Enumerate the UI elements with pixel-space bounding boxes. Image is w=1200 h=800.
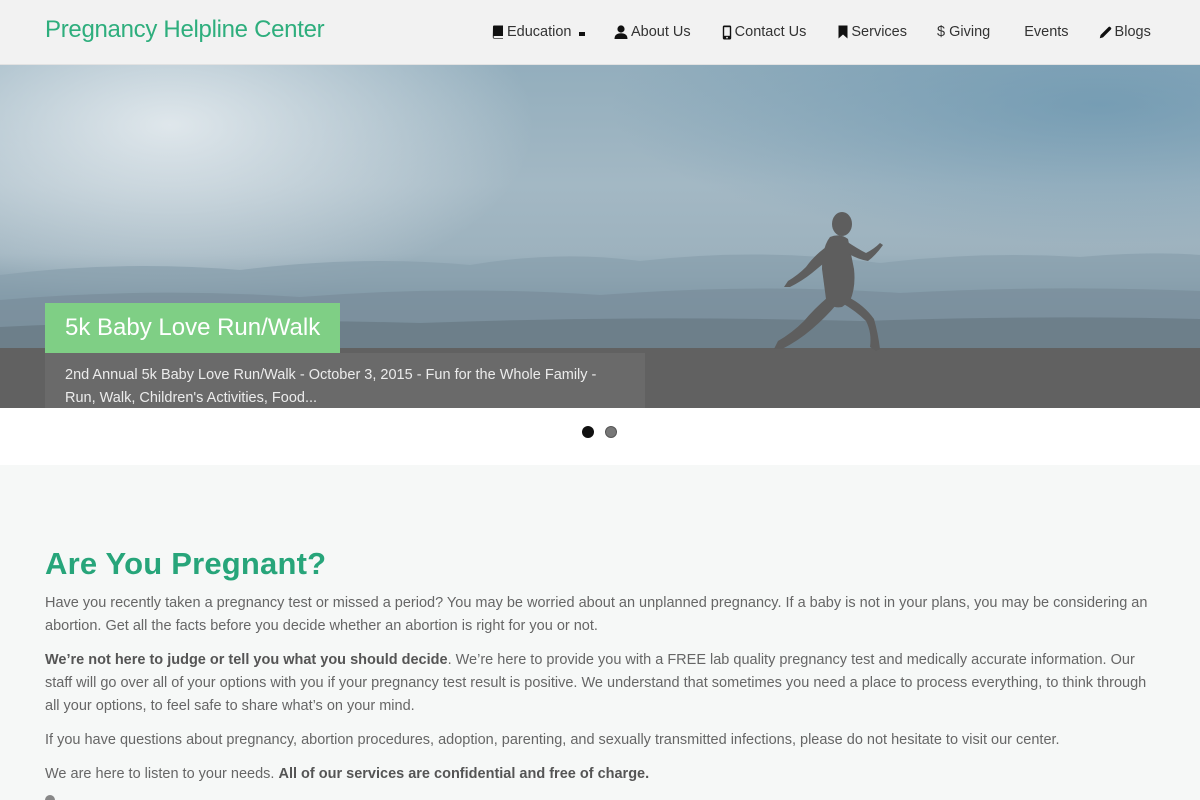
nav-events[interactable]: Events <box>1024 24 1068 40</box>
main-nav: Education About Us Contact Us Services $… <box>492 22 1151 42</box>
mobile-phone-icon <box>722 25 732 40</box>
support-paragraph-bold: We’re not here to judge or tell you what… <box>45 652 448 668</box>
nav-contact-us[interactable]: Contact Us <box>722 24 807 40</box>
runner-silhouette <box>774 212 883 351</box>
questions-paragraph: If you have questions about pregnancy, a… <box>45 732 1060 748</box>
book-icon <box>492 25 504 39</box>
nav-services[interactable]: Services <box>838 24 907 40</box>
slide-title[interactable]: 5k Baby Love Run/Walk <box>45 303 340 353</box>
intro-paragraph: Have you recently taken a pregnancy test… <box>45 595 1148 634</box>
services-paragraph-text: We are here to listen to your needs. <box>45 766 279 782</box>
nav-giving-label: $ Giving <box>937 24 991 40</box>
services-paragraph-bold: All of our services are confidential and… <box>278 766 650 782</box>
services-paragraph: We are here to listen to your needs. All… <box>45 763 1160 786</box>
section-heading: Are You Pregnant? <box>45 546 327 581</box>
nav-about-us[interactable]: About Us <box>614 24 691 40</box>
nav-education-label: Education <box>507 24 572 40</box>
nav-services-label: Services <box>851 24 907 40</box>
nav-giving[interactable]: $ Giving <box>937 24 990 40</box>
nav-blogs[interactable]: Blogs <box>1099 24 1151 40</box>
chevron-down-icon <box>578 31 585 36</box>
hero-slider[interactable]: 5k Baby Love Run/Walk 2nd Annual 5k Baby… <box>0 65 1200 408</box>
site-header: Pregnancy Helpline Center Education Abou… <box>0 0 1200 65</box>
partial-icon <box>45 795 55 800</box>
slide-description: 2nd Annual 5k Baby Love Run/Walk - Octob… <box>45 353 645 408</box>
slider-pagination <box>0 408 1200 465</box>
pencil-icon <box>1099 26 1112 39</box>
nav-blogs-label: Blogs <box>1114 24 1151 40</box>
nav-education[interactable]: Education <box>492 24 585 40</box>
main-content: Are You Pregnant? Have you recently take… <box>45 545 1160 797</box>
site-logo[interactable]: Pregnancy Helpline Center <box>45 16 325 44</box>
bookmark-icon <box>838 25 848 39</box>
nav-about-us-label: About Us <box>631 24 691 40</box>
slider-dot-2[interactable] <box>605 426 617 438</box>
nav-contact-us-label: Contact Us <box>734 24 807 40</box>
user-icon <box>614 25 628 39</box>
slider-dot-1[interactable] <box>582 426 594 438</box>
nav-events-label: Events <box>1024 24 1069 40</box>
support-paragraph: We’re not here to judge or tell you what… <box>45 649 1160 718</box>
